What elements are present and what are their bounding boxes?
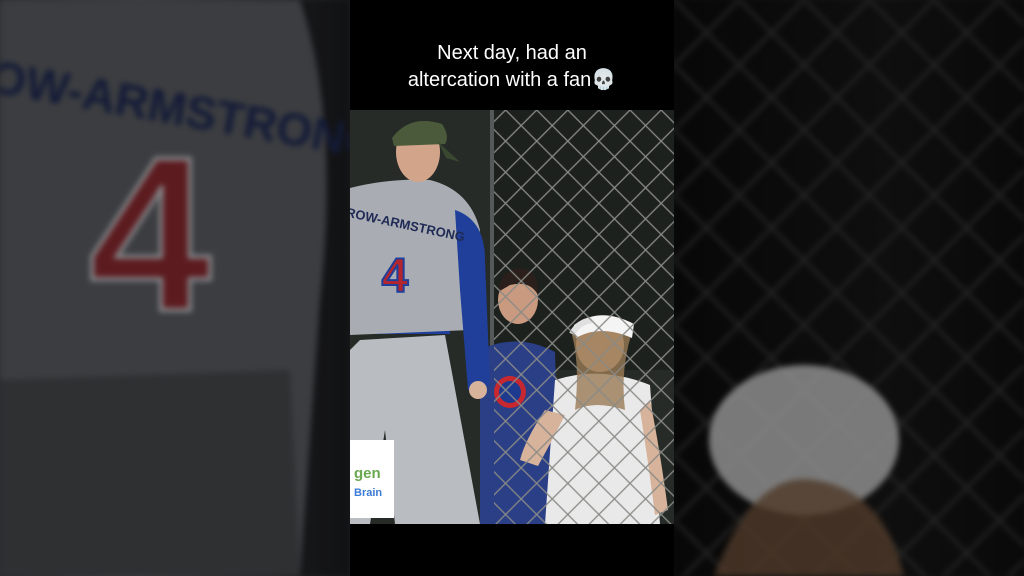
sponsor-text-2: Brain — [354, 487, 382, 499]
sponsor-text-1: gen — [354, 465, 381, 482]
right-blurred-background — [674, 0, 1024, 576]
sponsor-sign: gen Brain — [350, 440, 394, 518]
video-column: Next day, had an altercation with a fan💀 — [350, 0, 674, 576]
jersey-number: 4 — [382, 250, 409, 303]
caption-line-2: altercation with a fan💀 — [350, 67, 674, 94]
caption-line-2-text: altercation with a fan — [407, 69, 592, 91]
skull-emoji-icon: 💀 — [591, 69, 617, 91]
caption: Next day, had an altercation with a fan💀 — [350, 40, 674, 94]
video-frame[interactable]: CROW-ARMSTRONG 4 gen Brain — [350, 110, 674, 524]
caption-line-1: Next day, had an — [437, 42, 587, 64]
left-blurred-background: 4 CROW-ARMSTRONG — [0, 0, 350, 576]
video-scene: CROW-ARMSTRONG 4 gen Brain — [350, 110, 674, 524]
chain-link-fence — [494, 110, 674, 524]
